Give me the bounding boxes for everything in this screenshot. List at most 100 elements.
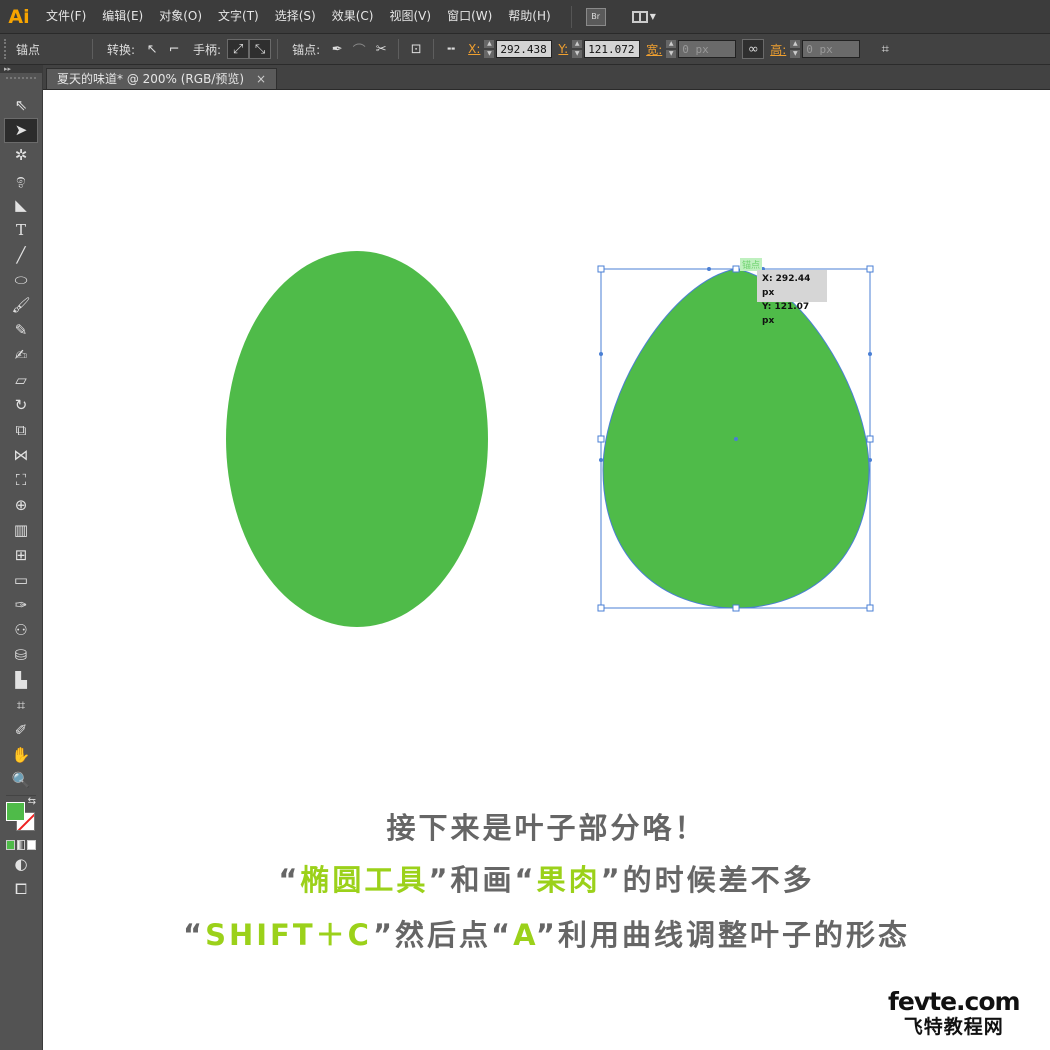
symbol-sprayer-tool-icon[interactable]: ⛁ (4, 643, 38, 668)
panel-collapse-icon[interactable]: ▸▸ (0, 65, 42, 73)
height-field[interactable]: 0 px (802, 40, 861, 58)
scale-tool-icon[interactable]: ⧉ (4, 418, 38, 443)
ellipse-shape[interactable] (226, 251, 488, 627)
convert-to-smooth-icon[interactable]: ⌐ (163, 39, 185, 59)
reference-point-icon[interactable]: ⊡ (405, 39, 427, 59)
color-mode-icon[interactable] (6, 840, 15, 850)
menu-select[interactable]: 选择(S) (267, 0, 324, 33)
pen-tool-icon[interactable]: ◣ (4, 193, 38, 218)
artboard-tool-icon[interactable]: ⌗ (4, 693, 38, 718)
column-graph-tool-icon[interactable]: ▙ (4, 668, 38, 693)
cut-path-icon[interactable]: ✂ (370, 39, 392, 59)
y-field[interactable]: 121.072 (584, 40, 641, 58)
pencil-tool-icon[interactable]: ✎ (4, 318, 38, 343)
transform-icon[interactable]: ⌗ (874, 39, 896, 59)
x-stepper[interactable]: ▲ ▼ (484, 40, 495, 58)
caption-text: ”的时候差不多 (600, 863, 815, 897)
convert-label: 转换: (107, 42, 136, 57)
color-swatches: ⇆ (4, 796, 38, 838)
close-icon[interactable]: × (256, 69, 266, 89)
rotate-tool-icon[interactable]: ↻ (4, 393, 38, 418)
eraser-tool-icon[interactable]: ▱ (4, 368, 38, 393)
coordinate-tooltip: X: 292.44 px Y: 121.07 px (757, 270, 827, 326)
screen-mode-icon[interactable]: ⧠ (4, 877, 38, 902)
menu-file[interactable]: 文件(F) (38, 0, 94, 33)
connect-anchors-icon[interactable]: ⌒ (348, 39, 370, 59)
watermark-site-name: 飞特教程网 (903, 1016, 1004, 1038)
link-icon[interactable]: ∞ (742, 39, 765, 59)
caption-text: ”和画“ (428, 863, 537, 897)
convert-to-corner-icon[interactable]: ↖ (141, 39, 163, 59)
control-separator (277, 39, 279, 59)
document-tab-title: 夏天的味道* @ 200% (RGB/预览) (57, 72, 245, 86)
panel-grip[interactable] (4, 39, 10, 59)
remove-anchor-icon[interactable]: ✒ (326, 39, 348, 59)
fill-swatch[interactable] (6, 802, 25, 821)
control-separator (433, 39, 435, 59)
perspective-grid-tool-icon[interactable]: ▥ (4, 518, 38, 543)
blend-tool-icon[interactable]: ⚇ (4, 618, 38, 643)
caption-highlight-key-a: A (513, 918, 536, 952)
height-stepper[interactable]: ▲ ▼ (790, 40, 801, 58)
menu-help[interactable]: 帮助(H) (500, 0, 558, 33)
gradient-tool-icon[interactable]: ▭ (4, 568, 38, 593)
zoom-tool-icon[interactable]: 🔍 (4, 768, 38, 793)
hand-tool-icon[interactable]: ✋ (4, 743, 38, 768)
free-transform-tool-icon[interactable]: ⛶ (4, 468, 38, 493)
menu-effect[interactable]: 效果(C) (324, 0, 382, 33)
none-mode-icon[interactable] (27, 840, 37, 850)
control-separator (398, 39, 400, 59)
shape-builder-tool-icon[interactable]: ⊕ (4, 493, 38, 518)
isolate-icon: ╍ (447, 41, 456, 57)
artwork (226, 251, 874, 627)
eyedropper-tool-icon[interactable]: ✑ (4, 593, 38, 618)
document-tab[interactable]: 夏天的味道* @ 200% (RGB/预览) × (46, 68, 278, 89)
draw-mode-icon[interactable]: ◐ (4, 852, 38, 877)
line-tool-icon[interactable]: ╱ (4, 243, 38, 268)
y-label: Y: (558, 42, 569, 56)
swap-colors-icon[interactable]: ⇆ (28, 796, 36, 807)
width-stepper[interactable]: ▲ ▼ (666, 40, 677, 58)
tools-grip[interactable] (6, 77, 36, 89)
paintbrush-tool-icon[interactable]: 🖌 (4, 293, 38, 318)
color-mode-buttons (6, 840, 37, 850)
menu-object[interactable]: 对象(O) (151, 0, 210, 33)
anchors-label: 锚点: (292, 42, 321, 57)
caption-text: ”利用曲线调整叶子的形态 (535, 918, 910, 952)
tools-panel: ▸▸ ⇖ ➤ ✲ ඉ ◣ T ╱ ⬭ 🖌 ✎ ✍ ▱ ↻ ⧉ ⋈ ⛶ ⊕ ▥ ⊞… (0, 65, 43, 1050)
lasso-tool-icon[interactable]: ඉ (4, 168, 38, 193)
artboard[interactable]: 锚点 X: 292.44 px Y: 121.07 px 接下来是叶子部分咯！ … (43, 90, 1050, 1050)
direct-selection-tool-icon[interactable]: ➤ (4, 118, 38, 143)
magic-wand-tool-icon[interactable]: ✲ (4, 143, 38, 168)
watermark: fevte.com 飞特教程网 (888, 987, 1021, 1039)
ellipse-tool-icon[interactable]: ⬭ (4, 268, 38, 293)
tooltip-y: Y: 121.07 px (762, 302, 810, 326)
tooltip-x: X: 292.44 px (762, 274, 811, 298)
selection-tool-icon[interactable]: ⇖ (4, 93, 38, 118)
menu-window[interactable]: 窗口(W) (439, 0, 500, 33)
menu-type[interactable]: 文字(T) (210, 0, 267, 33)
show-handles-icon[interactable]: ⤢ (227, 39, 250, 59)
slice-tool-icon[interactable]: ✐ (4, 718, 38, 743)
width-field[interactable]: 0 px (678, 40, 737, 58)
caption-line-3: “SHIFT＋C”然后点“A”利用曲线调整叶子的形态 (43, 912, 1050, 954)
control-separator (92, 39, 93, 59)
blob-brush-tool-icon[interactable]: ✍ (4, 343, 38, 368)
caption-line-1: 接下来是叶子部分咯！ (386, 811, 707, 845)
caption-line-2: “椭圆工具”和画“果肉”的时候差不多 (43, 857, 1050, 899)
hide-handles-icon[interactable]: ⤡ (249, 39, 272, 59)
width-tool-icon[interactable]: ⋈ (4, 443, 38, 468)
caption-text: ”然后点“ (372, 918, 514, 952)
y-stepper[interactable]: ▲ ▼ (572, 40, 583, 58)
mesh-tool-icon[interactable]: ⊞ (4, 543, 38, 568)
menu-edit[interactable]: 编辑(E) (94, 0, 151, 33)
type-tool-icon[interactable]: T (4, 218, 38, 243)
workspace-switcher[interactable]: ▼ (631, 10, 656, 23)
handles-label: 手柄: (193, 42, 222, 57)
menu-view[interactable]: 视图(V) (381, 0, 439, 33)
control-bar-title: 锚点 (16, 42, 41, 57)
bridge-button[interactable]: Br (585, 7, 606, 26)
gradient-mode-icon[interactable] (16, 840, 26, 850)
x-field[interactable]: 292.438 (496, 40, 553, 58)
caption-highlight-ellipse-tool: 椭圆工具 (300, 863, 429, 897)
